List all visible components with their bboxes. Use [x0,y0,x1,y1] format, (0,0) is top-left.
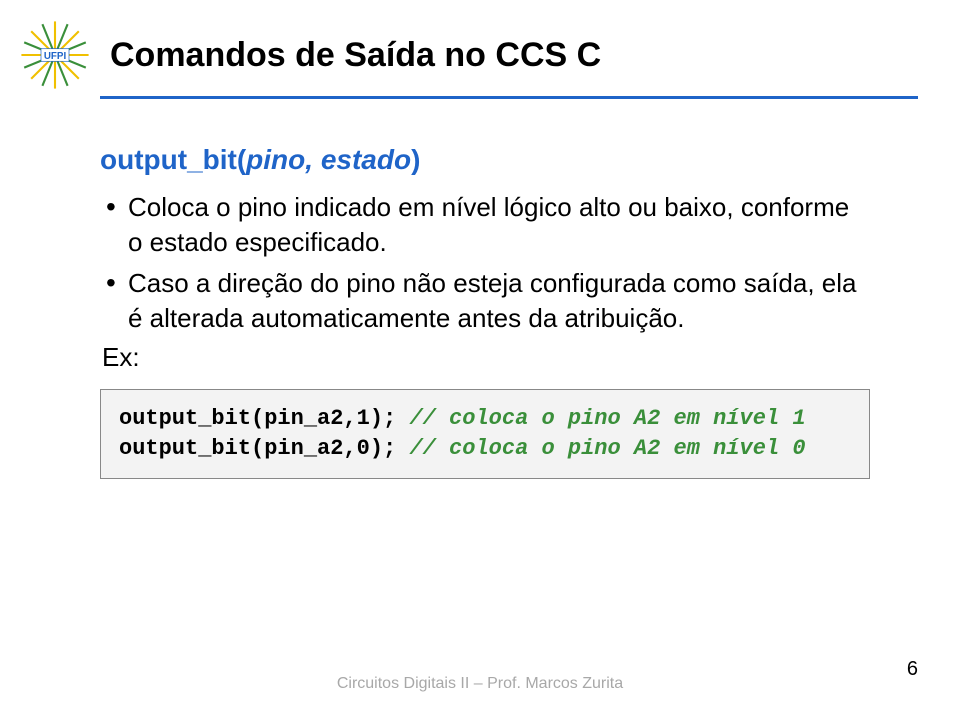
function-name-part: output_bit( [100,144,246,175]
svg-text:UFPI: UFPI [44,51,67,62]
bullet-item: Coloca o pino indicado em nível lógico a… [100,190,870,260]
code-line: output_bit(pin_a2,1); // coloca o pino A… [119,404,851,434]
title-wrap: Comandos de Saída no CCS C [100,36,960,75]
example-label: Ex: [102,342,870,373]
code-text: output_bit(pin_a2,0); [119,436,409,461]
code-example-box: output_bit(pin_a2,1); // coloca o pino A… [100,389,870,478]
slide-footer: Circuitos Digitais II – Prof. Marcos Zur… [0,675,960,693]
function-signature: output_bit(pino, estado) [100,144,870,176]
slide-title: Comandos de Saída no CCS C [110,36,960,75]
code-comment: // coloca o pino A2 em nível 1 [409,406,805,431]
function-args: pino, estado [246,144,411,175]
function-close-paren: ) [411,144,420,175]
page-number: 6 [907,658,918,681]
bullet-list: Coloca o pino indicado em nível lógico a… [100,190,870,336]
ufpi-logo: UFPI [20,20,90,90]
code-text: output_bit(pin_a2,1); [119,406,409,431]
bullet-item: Caso a direção do pino não esteja config… [100,266,870,336]
code-line: output_bit(pin_a2,0); // coloca o pino A… [119,434,851,464]
code-comment: // coloca o pino A2 em nível 0 [409,436,805,461]
slide-content: output_bit(pino, estado) Coloca o pino i… [0,99,960,479]
slide-header: UFPI Comandos de Saída no CCS C [0,0,960,90]
